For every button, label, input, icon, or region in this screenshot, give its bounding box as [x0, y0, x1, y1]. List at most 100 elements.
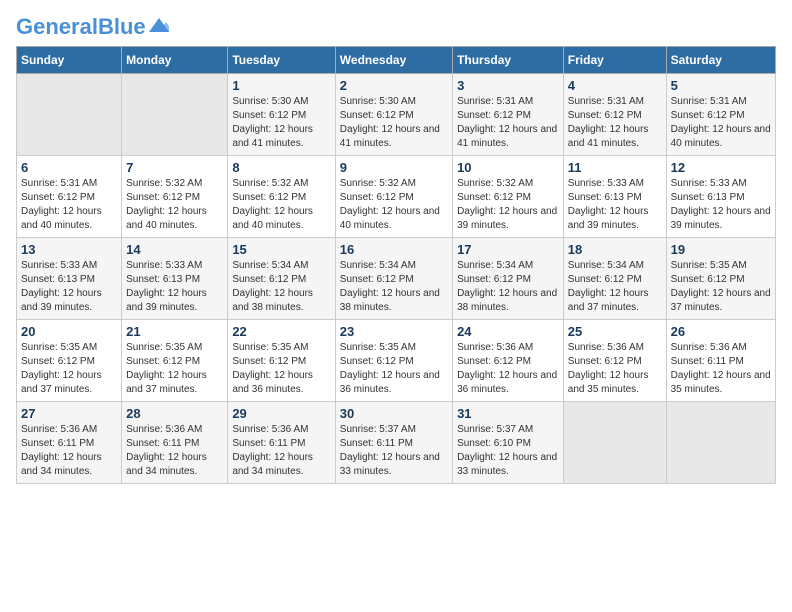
calendar-cell	[666, 402, 775, 484]
cell-info: Sunrise: 5:34 AMSunset: 6:12 PMDaylight:…	[232, 259, 330, 315]
calendar-cell: 3 Sunrise: 5:31 AMSunset: 6:12 PMDaylight…	[453, 74, 564, 156]
cell-info: Sunrise: 5:33 AMSunset: 6:13 PMDaylight:…	[21, 259, 117, 315]
cell-info: Sunrise: 5:33 AMSunset: 6:13 PMDaylight:…	[568, 177, 662, 233]
calendar-cell: 4 Sunrise: 5:31 AMSunset: 6:12 PMDaylight…	[563, 74, 666, 156]
calendar-cell: 12 Sunrise: 5:33 AMSunset: 6:13 PMDayligh…	[666, 156, 775, 238]
cell-info: Sunrise: 5:37 AMSunset: 6:10 PMDaylight:…	[457, 423, 559, 479]
calendar-cell: 1 Sunrise: 5:30 AMSunset: 6:12 PMDaylight…	[228, 74, 335, 156]
cell-date: 5	[671, 78, 771, 93]
cell-date: 13	[21, 242, 117, 257]
cell-info: Sunrise: 5:36 AMSunset: 6:11 PMDaylight:…	[126, 423, 223, 479]
cell-info: Sunrise: 5:35 AMSunset: 6:12 PMDaylight:…	[126, 341, 223, 397]
day-header-thursday: Thursday	[453, 47, 564, 74]
cell-date: 6	[21, 160, 117, 175]
cell-info: Sunrise: 5:32 AMSunset: 6:12 PMDaylight:…	[457, 177, 559, 233]
cell-date: 17	[457, 242, 559, 257]
logo-text: GeneralBlue	[16, 16, 146, 38]
week-row-3: 13 Sunrise: 5:33 AMSunset: 6:13 PMDayligh…	[17, 238, 776, 320]
calendar-header: SundayMondayTuesdayWednesdayThursdayFrid…	[17, 47, 776, 74]
cell-date: 30	[340, 406, 448, 421]
cell-date: 19	[671, 242, 771, 257]
calendar-cell: 10 Sunrise: 5:32 AMSunset: 6:12 PMDayligh…	[453, 156, 564, 238]
cell-info: Sunrise: 5:32 AMSunset: 6:12 PMDaylight:…	[340, 177, 448, 233]
calendar-cell: 20 Sunrise: 5:35 AMSunset: 6:12 PMDayligh…	[17, 320, 122, 402]
calendar-cell: 8Sunrise: 5:32 AMSunset: 6:12 PMDaylight…	[228, 156, 335, 238]
cell-date: 27	[21, 406, 117, 421]
cell-date: 24	[457, 324, 559, 339]
cell-date: 23	[340, 324, 448, 339]
calendar-body: 1 Sunrise: 5:30 AMSunset: 6:12 PMDaylight…	[17, 74, 776, 484]
cell-date: 18	[568, 242, 662, 257]
day-header-wednesday: Wednesday	[335, 47, 452, 74]
week-row-4: 20 Sunrise: 5:35 AMSunset: 6:12 PMDayligh…	[17, 320, 776, 402]
calendar-cell	[122, 74, 228, 156]
calendar-cell	[17, 74, 122, 156]
cell-date: 21	[126, 324, 223, 339]
cell-date: 12	[671, 160, 771, 175]
day-header-friday: Friday	[563, 47, 666, 74]
cell-date: 14	[126, 242, 223, 257]
cell-info: Sunrise: 5:31 AMSunset: 6:12 PMDaylight:…	[568, 95, 662, 151]
cell-info: Sunrise: 5:31 AMSunset: 6:12 PMDaylight:…	[457, 95, 559, 151]
cell-info: Sunrise: 5:30 AMSunset: 6:12 PMDaylight:…	[340, 95, 448, 151]
cell-info: Sunrise: 5:36 AMSunset: 6:11 PMDaylight:…	[21, 423, 117, 479]
cell-info: Sunrise: 5:31 AMSunset: 6:12 PMDaylight:…	[671, 95, 771, 151]
cell-info: Sunrise: 5:32 AMSunset: 6:12 PMDaylight:…	[126, 177, 223, 233]
cell-info: Sunrise: 5:36 AMSunset: 6:11 PMDaylight:…	[671, 341, 771, 397]
cell-info: Sunrise: 5:30 AMSunset: 6:12 PMDaylight:…	[232, 95, 330, 151]
calendar-cell: 31 Sunrise: 5:37 AMSunset: 6:10 PMDayligh…	[453, 402, 564, 484]
cell-info: Sunrise: 5:34 AMSunset: 6:12 PMDaylight:…	[568, 259, 662, 315]
calendar-table: SundayMondayTuesdayWednesdayThursdayFrid…	[16, 46, 776, 484]
cell-date: 7	[126, 160, 223, 175]
cell-info: Sunrise: 5:36 AMSunset: 6:12 PMDaylight:…	[568, 341, 662, 397]
cell-info: Sunrise: 5:37 AMSunset: 6:11 PMDaylight:…	[340, 423, 448, 479]
calendar-cell: 17 Sunrise: 5:34 AMSunset: 6:12 PMDayligh…	[453, 238, 564, 320]
cell-date: 11	[568, 160, 662, 175]
week-row-1: 1 Sunrise: 5:30 AMSunset: 6:12 PMDaylight…	[17, 74, 776, 156]
cell-info: Sunrise: 5:35 AMSunset: 6:12 PMDaylight:…	[340, 341, 448, 397]
calendar-cell: 29Sunrise: 5:36 AMSunset: 6:11 PMDayligh…	[228, 402, 335, 484]
calendar-cell: 14Sunrise: 5:33 AMSunset: 6:13 PMDayligh…	[122, 238, 228, 320]
cell-info: Sunrise: 5:31 AMSunset: 6:12 PMDaylight:…	[21, 177, 117, 233]
calendar-cell: 7 Sunrise: 5:32 AMSunset: 6:12 PMDaylight…	[122, 156, 228, 238]
calendar-cell: 25Sunrise: 5:36 AMSunset: 6:12 PMDayligh…	[563, 320, 666, 402]
week-row-2: 6 Sunrise: 5:31 AMSunset: 6:12 PMDaylight…	[17, 156, 776, 238]
cell-info: Sunrise: 5:33 AMSunset: 6:13 PMDaylight:…	[671, 177, 771, 233]
cell-info: Sunrise: 5:34 AMSunset: 6:12 PMDaylight:…	[457, 259, 559, 315]
cell-date: 3	[457, 78, 559, 93]
cell-date: 9	[340, 160, 448, 175]
cell-info: Sunrise: 5:36 AMSunset: 6:12 PMDaylight:…	[457, 341, 559, 397]
logo-icon	[149, 18, 169, 32]
header-row: SundayMondayTuesdayWednesdayThursdayFrid…	[17, 47, 776, 74]
calendar-cell: 30 Sunrise: 5:37 AMSunset: 6:11 PMDayligh…	[335, 402, 452, 484]
calendar-cell: 28Sunrise: 5:36 AMSunset: 6:11 PMDayligh…	[122, 402, 228, 484]
calendar-cell: 5 Sunrise: 5:31 AMSunset: 6:12 PMDaylight…	[666, 74, 775, 156]
cell-info: Sunrise: 5:34 AMSunset: 6:12 PMDaylight:…	[340, 259, 448, 315]
calendar-cell: 19 Sunrise: 5:35 AMSunset: 6:12 PMDayligh…	[666, 238, 775, 320]
calendar-cell: 2Sunrise: 5:30 AMSunset: 6:12 PMDaylight…	[335, 74, 452, 156]
calendar-cell: 24 Sunrise: 5:36 AMSunset: 6:12 PMDayligh…	[453, 320, 564, 402]
logo-blue: Blue	[98, 14, 146, 39]
logo-general: General	[16, 14, 98, 39]
day-header-tuesday: Tuesday	[228, 47, 335, 74]
cell-date: 16	[340, 242, 448, 257]
cell-info: Sunrise: 5:35 AMSunset: 6:12 PMDaylight:…	[21, 341, 117, 397]
day-header-monday: Monday	[122, 47, 228, 74]
cell-info: Sunrise: 5:35 AMSunset: 6:12 PMDaylight:…	[671, 259, 771, 315]
logo: GeneralBlue	[16, 16, 169, 38]
calendar-cell: 15Sunrise: 5:34 AMSunset: 6:12 PMDayligh…	[228, 238, 335, 320]
cell-date: 10	[457, 160, 559, 175]
cell-date: 4	[568, 78, 662, 93]
cell-date: 1	[232, 78, 330, 93]
cell-date: 22	[232, 324, 330, 339]
page-header: GeneralBlue	[16, 16, 776, 38]
cell-info: Sunrise: 5:35 AMSunset: 6:12 PMDaylight:…	[232, 341, 330, 397]
calendar-cell: 9 Sunrise: 5:32 AMSunset: 6:12 PMDaylight…	[335, 156, 452, 238]
calendar-cell: 13 Sunrise: 5:33 AMSunset: 6:13 PMDayligh…	[17, 238, 122, 320]
cell-date: 20	[21, 324, 117, 339]
calendar-cell: 27 Sunrise: 5:36 AMSunset: 6:11 PMDayligh…	[17, 402, 122, 484]
cell-date: 31	[457, 406, 559, 421]
day-header-saturday: Saturday	[666, 47, 775, 74]
calendar-cell: 18 Sunrise: 5:34 AMSunset: 6:12 PMDayligh…	[563, 238, 666, 320]
calendar-cell: 21 Sunrise: 5:35 AMSunset: 6:12 PMDayligh…	[122, 320, 228, 402]
